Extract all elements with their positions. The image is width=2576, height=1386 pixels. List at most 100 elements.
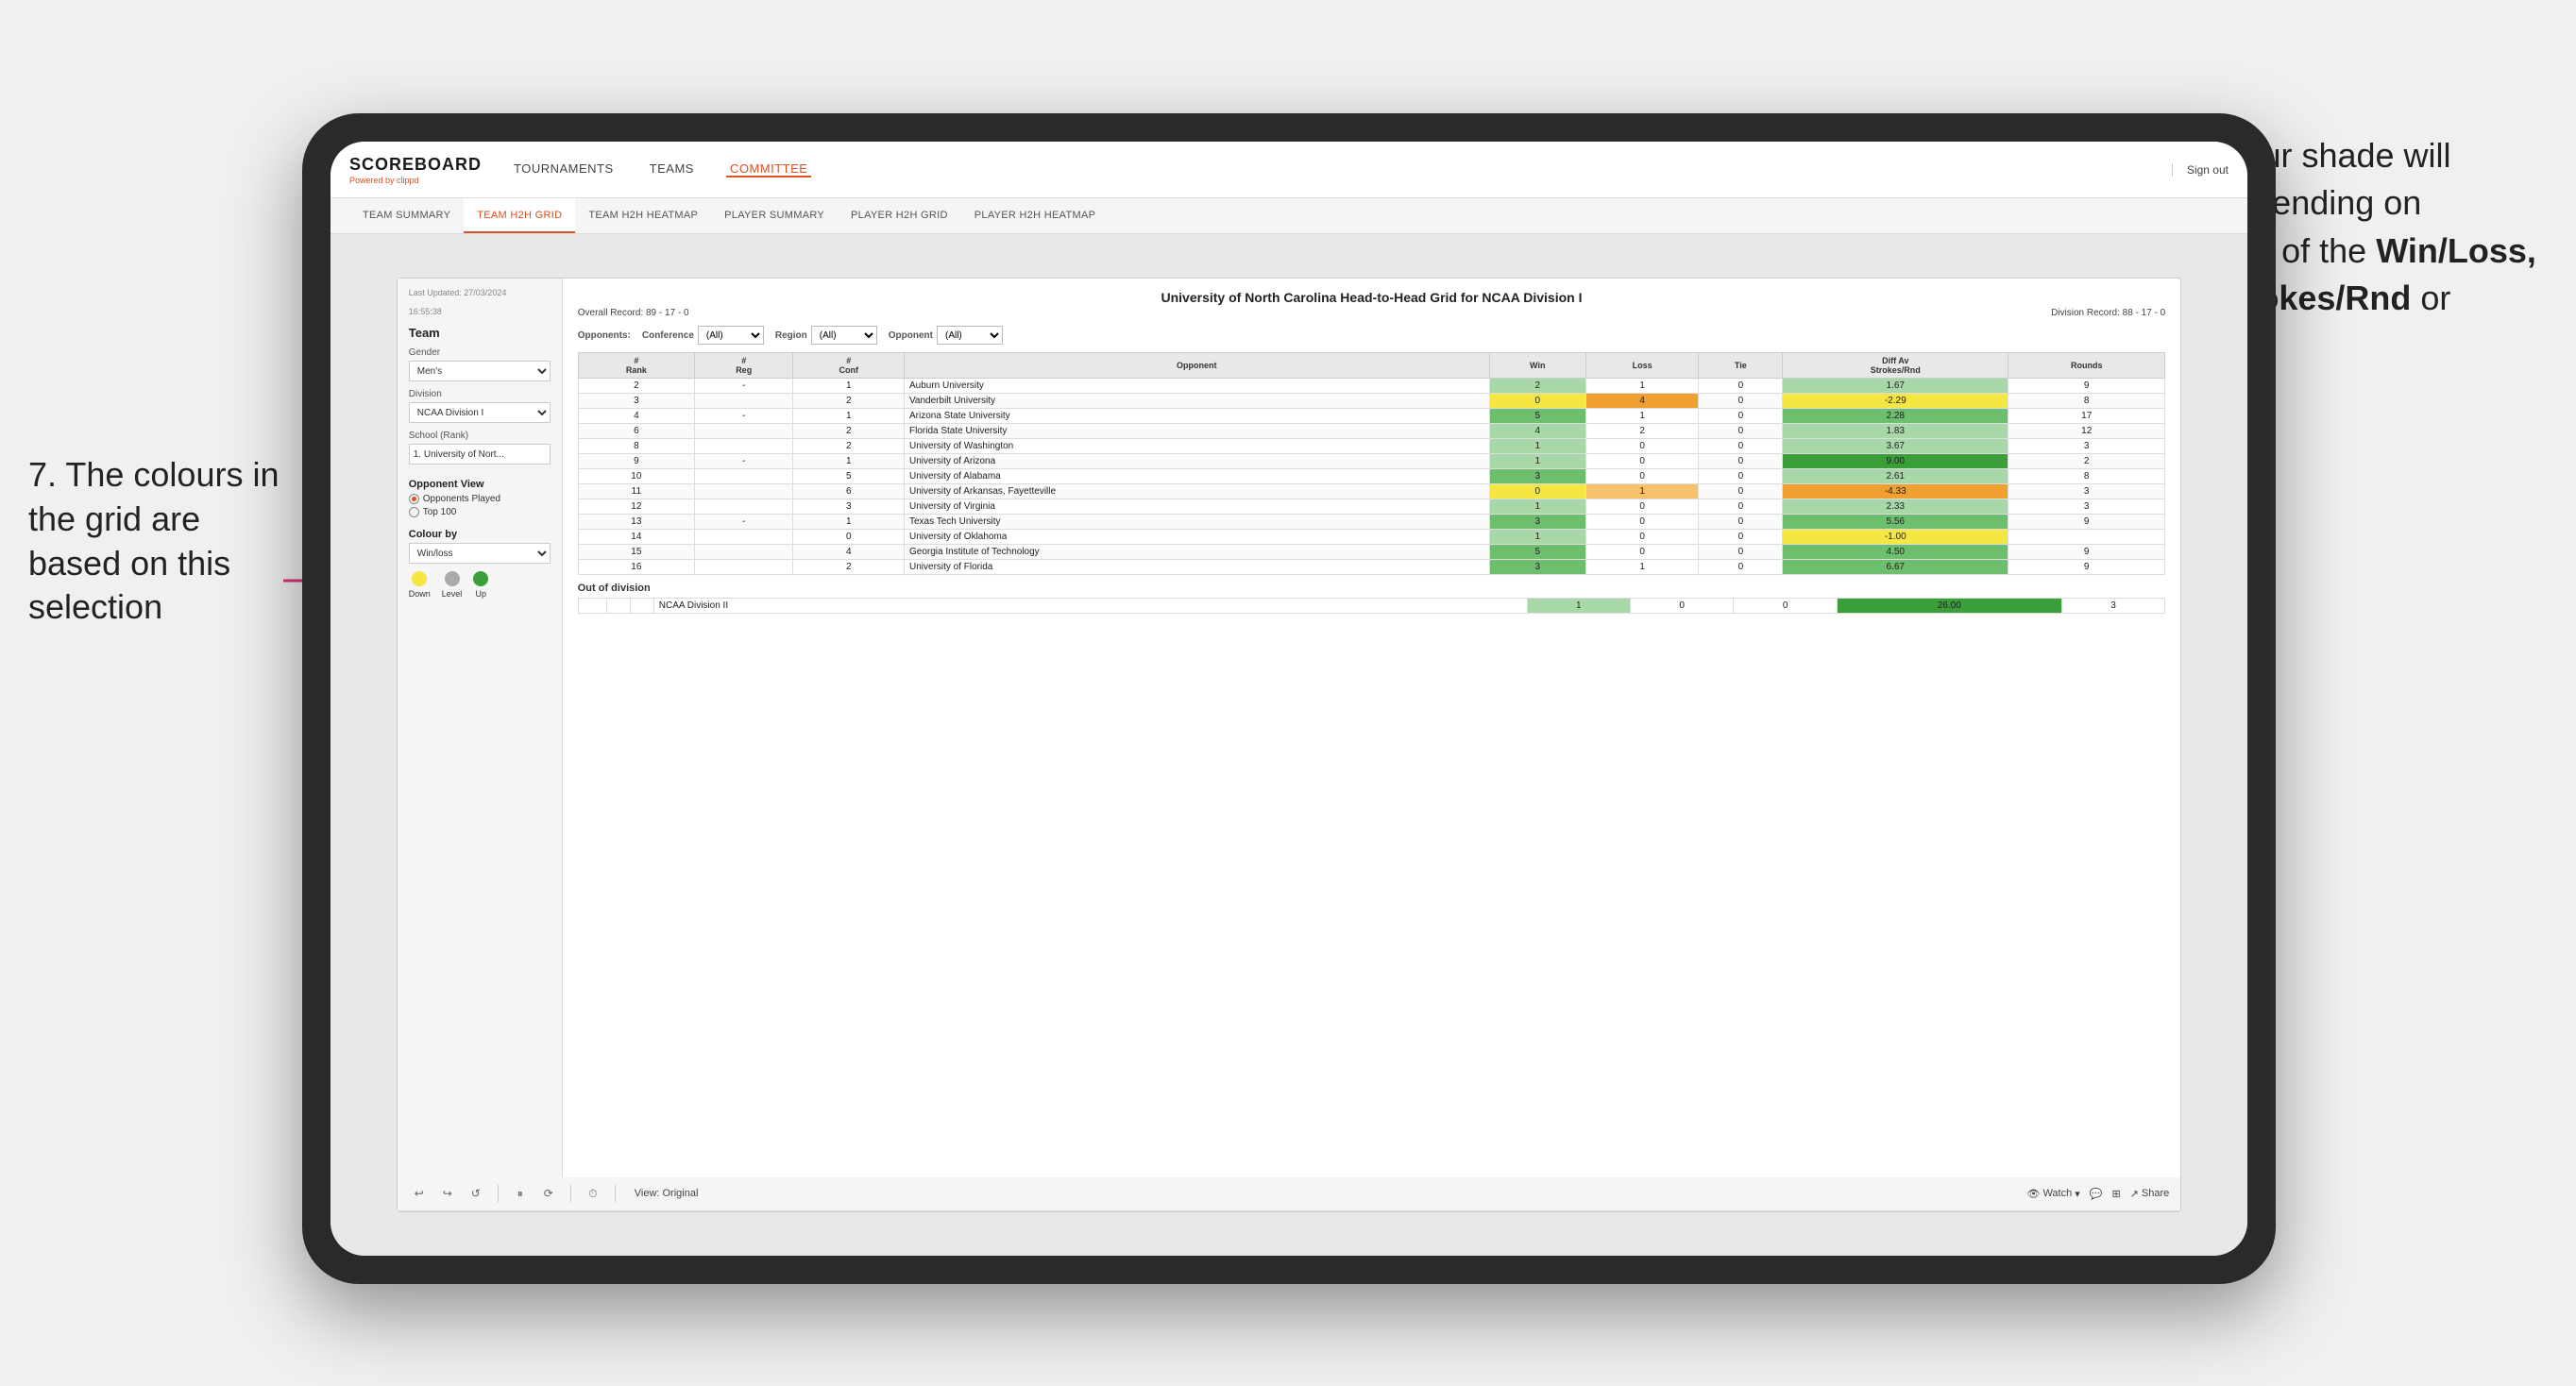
- cell-conf: 2: [793, 439, 905, 454]
- colour-by-select[interactable]: Win/loss: [409, 543, 551, 564]
- opponent-filter-label: Opponent: [889, 330, 933, 341]
- pause-button[interactable]: ⏸: [510, 1183, 531, 1204]
- gender-select[interactable]: Men's: [409, 361, 551, 381]
- cell-rank: 13: [578, 515, 694, 530]
- cell-reg: -: [694, 409, 793, 424]
- main-table: #Rank #Reg #Conf Opponent Win Loss Tie D…: [578, 352, 2166, 575]
- nav-item-committee[interactable]: COMMITTEE: [726, 161, 812, 177]
- cell-rank: 2: [578, 379, 694, 394]
- nav-item-tournaments[interactable]: TOURNAMENTS: [510, 161, 618, 177]
- cell-win: 2: [1489, 379, 1585, 394]
- cell-rounds: [2008, 530, 2165, 545]
- school-input[interactable]: [409, 444, 551, 465]
- table-row: 4 - 1 Arizona State University 5 1 0 2.2…: [578, 409, 2165, 424]
- cell-win: 4: [1489, 424, 1585, 439]
- division-label: Division: [409, 389, 551, 399]
- sub-nav: TEAM SUMMARY TEAM H2H GRID TEAM H2H HEAT…: [330, 198, 2247, 234]
- tab-player-summary[interactable]: PLAYER SUMMARY: [711, 198, 838, 233]
- table-row: 2 - 1 Auburn University 2 1 0 1.67 9: [578, 379, 2165, 394]
- ood-rank: [578, 599, 606, 614]
- cell-tie: 0: [1699, 394, 1783, 409]
- cell-loss: 0: [1585, 515, 1698, 530]
- tab-team-summary[interactable]: TEAM SUMMARY: [349, 198, 464, 233]
- th-rounds: Rounds: [2008, 353, 2165, 379]
- opponents-filter-label: Opponents:: [578, 330, 631, 341]
- grid-button[interactable]: ⊞: [2111, 1188, 2120, 1200]
- table-row: 9 - 1 University of Arizona 1 0 0 9.00 2: [578, 454, 2165, 469]
- tab-team-h2h-heatmap[interactable]: TEAM H2H HEATMAP: [575, 198, 711, 233]
- cell-reg: -: [694, 454, 793, 469]
- cell-diff: 2.28: [1783, 409, 2008, 424]
- toolbar-right: 👁 Watch ▾ 💬 ⊞ ↗ Share: [2026, 1188, 2169, 1200]
- reset-button[interactable]: ↺: [466, 1183, 486, 1204]
- opponent-view-label: Opponent View: [409, 479, 551, 490]
- cell-rank: 6: [578, 424, 694, 439]
- th-diff: Diff AvStrokes/Rnd: [1783, 353, 2008, 379]
- cell-rank: 16: [578, 560, 694, 575]
- cell-conf: 1: [793, 515, 905, 530]
- share-button[interactable]: ↗ Share: [2130, 1188, 2170, 1200]
- cell-rank: 4: [578, 409, 694, 424]
- cell-conf: 3: [793, 499, 905, 515]
- cell-tie: 0: [1699, 499, 1783, 515]
- cell-reg: [694, 394, 793, 409]
- logo-text: SCOREBOARD: [349, 155, 482, 175]
- th-conf: #Conf: [793, 353, 905, 379]
- cell-conf: 1: [793, 409, 905, 424]
- cell-rank: 12: [578, 499, 694, 515]
- th-win: Win: [1489, 353, 1585, 379]
- cell-diff: 6.67: [1783, 560, 2008, 575]
- ood-reg: [606, 599, 630, 614]
- tab-team-h2h-grid[interactable]: TEAM H2H GRID: [464, 198, 575, 233]
- cell-win: 5: [1489, 545, 1585, 560]
- tablet-screen: SCOREBOARD Powered by clippd TOURNAMENTS…: [330, 142, 2247, 1256]
- cell-reg: -: [694, 515, 793, 530]
- cell-rank: 3: [578, 394, 694, 409]
- conference-filter-select[interactable]: (All): [698, 326, 764, 345]
- cell-opponent: University of Alabama: [905, 469, 1490, 484]
- cell-reg: [694, 530, 793, 545]
- division-select[interactable]: NCAA Division I: [409, 402, 551, 423]
- cell-reg: [694, 439, 793, 454]
- undo-button[interactable]: ↩: [409, 1183, 430, 1204]
- logo-sub: Powered by clippd: [349, 176, 482, 185]
- cell-rounds: 8: [2008, 394, 2165, 409]
- cell-opponent: Auburn University: [905, 379, 1490, 394]
- cell-diff: 1.67: [1783, 379, 2008, 394]
- cell-loss: 4: [1585, 394, 1698, 409]
- legend-level: Level: [442, 571, 463, 599]
- cell-rounds: 9: [2008, 379, 2165, 394]
- tab-player-h2h-heatmap[interactable]: PLAYER H2H HEATMAP: [961, 198, 1109, 233]
- cell-tie: 0: [1699, 484, 1783, 499]
- cell-diff: -1.00: [1783, 530, 2008, 545]
- cell-diff: -2.29: [1783, 394, 2008, 409]
- clock-button[interactable]: ⏱: [583, 1183, 603, 1204]
- cell-diff: 2.61: [1783, 469, 2008, 484]
- cell-loss: 1: [1585, 484, 1698, 499]
- radio-top100[interactable]: Top 100: [409, 507, 551, 517]
- tablet-frame: SCOREBOARD Powered by clippd TOURNAMENTS…: [302, 113, 2276, 1284]
- cell-tie: 0: [1699, 439, 1783, 454]
- comment-button[interactable]: 💬: [2090, 1188, 2103, 1200]
- ood-loss: 0: [1630, 599, 1733, 614]
- radio-opponents-played[interactable]: Opponents Played: [409, 494, 551, 504]
- tab-player-h2h-grid[interactable]: PLAYER H2H GRID: [838, 198, 961, 233]
- legend-up: Up: [473, 571, 488, 599]
- team-section-title: Team: [409, 326, 551, 340]
- redo-button[interactable]: ↪: [437, 1183, 458, 1204]
- watch-button[interactable]: 👁 Watch ▾: [2026, 1188, 2079, 1200]
- cell-win: 0: [1489, 394, 1585, 409]
- opponent-filter-select[interactable]: (All): [937, 326, 1003, 345]
- opponent-view-radio-group: Opponents Played Top 100: [409, 494, 551, 517]
- sign-out-link[interactable]: Sign out: [2172, 163, 2229, 177]
- table-row: 16 2 University of Florida 3 1 0 6.67 9: [578, 560, 2165, 575]
- radio-label-opponents: Opponents Played: [423, 494, 500, 504]
- refresh-button[interactable]: ⟳: [538, 1183, 559, 1204]
- ood-rounds: 3: [2061, 599, 2164, 614]
- region-filter-select[interactable]: (All): [811, 326, 877, 345]
- cell-rounds: 3: [2008, 499, 2165, 515]
- cell-loss: 1: [1585, 379, 1698, 394]
- cell-reg: -: [694, 379, 793, 394]
- th-rank: #Rank: [578, 353, 694, 379]
- nav-item-teams[interactable]: TEAMS: [646, 161, 698, 177]
